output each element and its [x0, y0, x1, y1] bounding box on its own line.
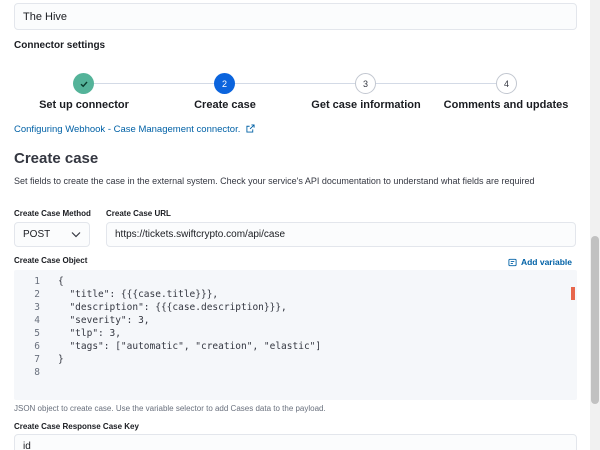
page-title: Create case — [14, 150, 99, 167]
editor-overview-marker — [571, 287, 575, 300]
code-text: "tags": ["automatic", "creation", "elast… — [58, 341, 322, 352]
url-label: Create Case URL — [106, 209, 171, 218]
step-connector-line — [84, 83, 214, 84]
step-2-circle[interactable]: 2 — [214, 73, 235, 94]
step-2-label[interactable]: Create case — [194, 99, 256, 111]
step-connector-line — [376, 83, 496, 84]
page-description: Set fields to create the case in the ext… — [14, 176, 535, 186]
step-3-circle[interactable]: 3 — [355, 73, 376, 94]
scrollbar-thumb[interactable] — [591, 236, 599, 404]
line-number: 7 — [34, 354, 40, 365]
object-label: Create Case Object — [14, 256, 88, 265]
url-input[interactable]: https://tickets.swiftcrypto.com/api/case — [106, 222, 576, 247]
code-text: { — [58, 276, 64, 287]
response-key-label: Create Case Response Case Key — [14, 422, 139, 431]
method-label: Create Case Method — [14, 209, 91, 218]
method-select[interactable]: POST — [14, 222, 90, 247]
line-number: 6 — [34, 341, 40, 352]
line-number: 5 — [34, 328, 40, 339]
step-1-done-circle[interactable] — [73, 73, 94, 94]
code-editor[interactable]: 1 { 2 "title": {{{case.title}}}, 3 "descr… — [14, 270, 577, 400]
response-key-input[interactable]: id — [14, 434, 577, 450]
line-number: 8 — [34, 367, 40, 378]
step-connector-line — [235, 83, 355, 84]
connector-name-input[interactable]: The Hive — [14, 3, 577, 30]
check-icon — [80, 81, 88, 87]
chevron-down-icon — [71, 232, 81, 238]
method-value: POST — [23, 229, 51, 240]
step-3-label[interactable]: Get case information — [311, 99, 420, 111]
step-4-label[interactable]: Comments and updates — [444, 99, 569, 111]
step-1-label[interactable]: Set up connector — [39, 99, 129, 111]
documentation-link[interactable]: Configuring Webhook - Case Management co… — [14, 124, 255, 135]
documentation-link-text[interactable]: Configuring Webhook - Case Management co… — [14, 124, 240, 135]
external-link-icon — [246, 124, 255, 133]
line-number: 4 — [34, 315, 40, 326]
code-text: "tlp": 3, — [58, 328, 121, 339]
stepper: 2 3 4 Set up connector Create case Get c… — [14, 72, 577, 116]
step-4-circle[interactable]: 4 — [496, 73, 517, 94]
connector-settings-heading: Connector settings — [14, 40, 106, 51]
line-number: 2 — [34, 289, 40, 300]
page-scrollbar[interactable] — [590, 0, 600, 450]
variable-icon — [508, 258, 517, 266]
code-text: "severity": 3, — [58, 315, 150, 326]
code-text: "title": {{{case.title}}}, — [58, 289, 219, 300]
line-number: 1 — [34, 276, 40, 287]
object-help-text: JSON object to create case. Use the vari… — [14, 404, 326, 413]
add-variable-button[interactable]: Add variable — [508, 257, 572, 267]
line-number: 3 — [34, 302, 40, 313]
add-variable-label[interactable]: Add variable — [521, 257, 572, 267]
code-text: "description": {{{case.description}}}, — [58, 302, 287, 313]
code-text: } — [58, 354, 64, 365]
